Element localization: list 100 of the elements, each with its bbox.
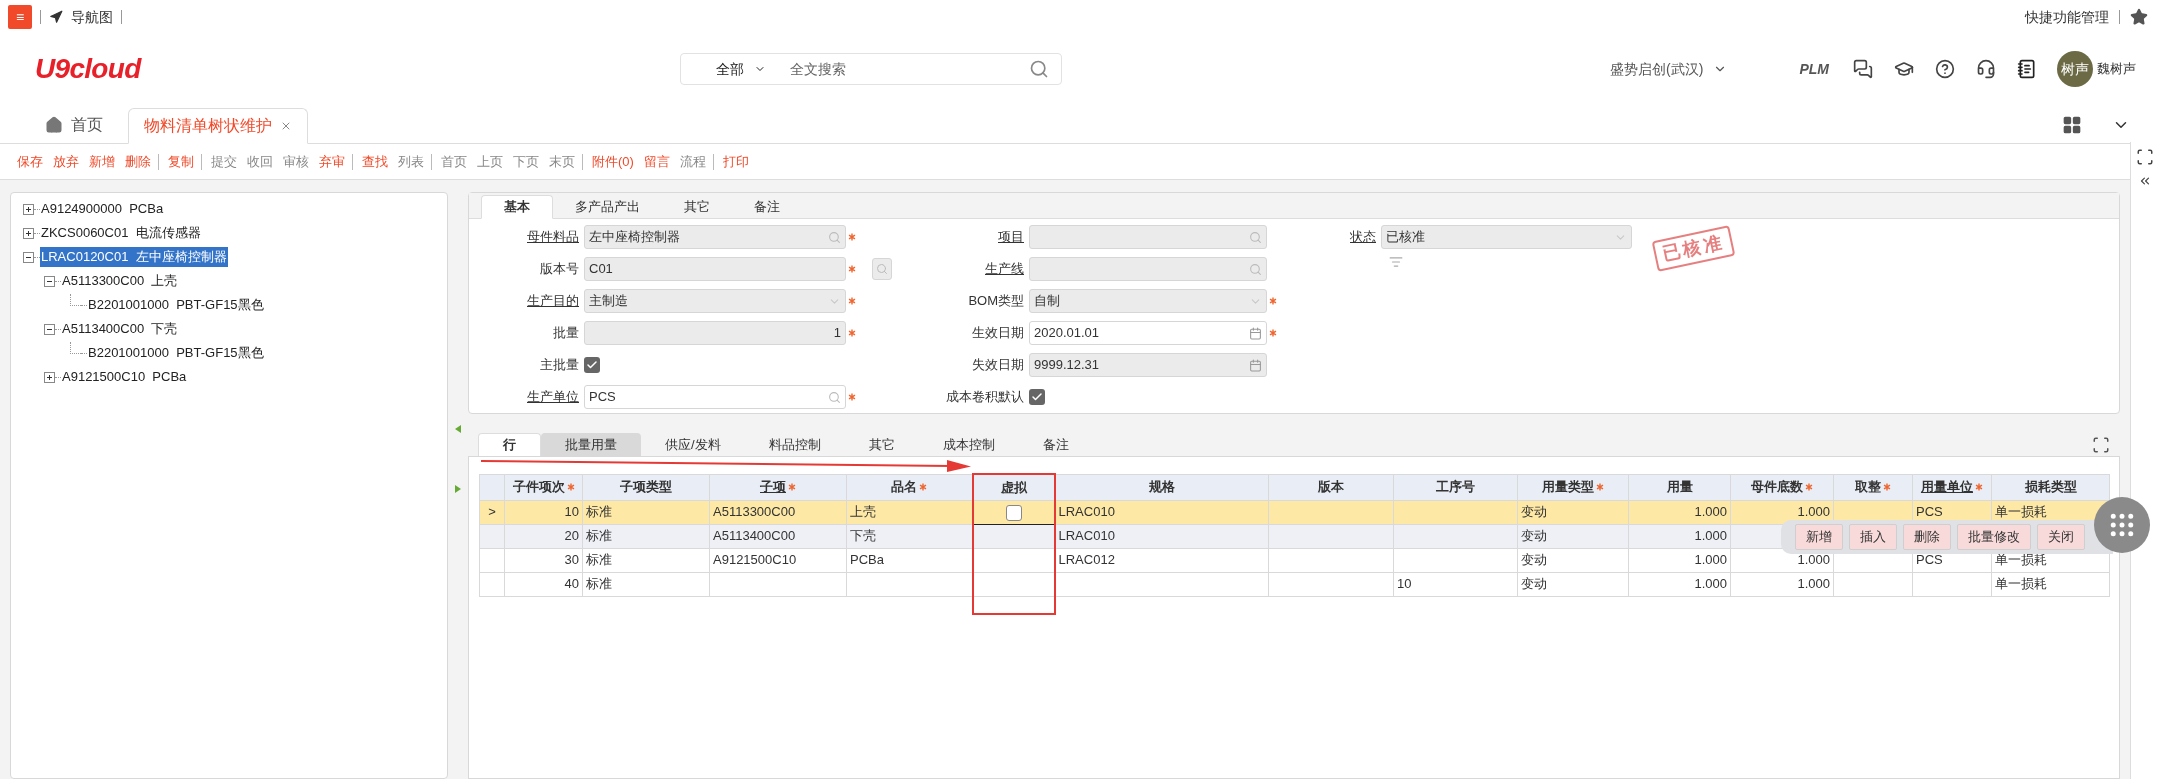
- input-field[interactable]: 已核准: [1381, 225, 1632, 249]
- input-field[interactable]: 自制: [1029, 289, 1267, 313]
- toolbar-button[interactable]: 弃审: [314, 153, 353, 170]
- toolbar-button[interactable]: 复制: [163, 153, 202, 170]
- column-header[interactable]: 母件底数: [1730, 474, 1834, 500]
- input-field[interactable]: 9999.12.31: [1029, 353, 1267, 377]
- input-field[interactable]: 1: [584, 321, 846, 345]
- input-field[interactable]: [1029, 225, 1267, 249]
- column-header[interactable]: 用量类型: [1517, 474, 1629, 500]
- toolbar-button[interactable]: 删除: [120, 153, 159, 170]
- form-tab[interactable]: 多产品产出: [553, 195, 662, 219]
- scope-dropdown[interactable]: 全部: [716, 58, 766, 80]
- field-label[interactable]: 生产单位: [469, 387, 584, 407]
- collapse-icon[interactable]: [23, 251, 34, 263]
- column-header[interactable]: 用量: [1628, 474, 1731, 500]
- grid-layout-icon[interactable]: [2062, 115, 2082, 135]
- menu-button[interactable]: ≡: [8, 5, 32, 29]
- row-action-button[interactable]: 删除: [1903, 524, 1951, 550]
- org-dropdown[interactable]: 盛势启创(武汉): [1610, 58, 1728, 80]
- graduation-cap-icon[interactable]: [1894, 59, 1914, 79]
- checkbox[interactable]: [584, 357, 600, 373]
- tree-node-label[interactable]: B2201001000 PBT-GF15黑色: [87, 295, 265, 315]
- toolbar-button[interactable]: 新增: [84, 153, 120, 170]
- column-header[interactable]: 子项: [709, 474, 847, 500]
- grid-tab[interactable]: 备注: [1018, 433, 1093, 457]
- search-icon[interactable]: [1029, 59, 1049, 79]
- row-action-button[interactable]: 关闭: [2037, 524, 2085, 550]
- grid-tab[interactable]: 料品控制: [744, 433, 845, 457]
- field-label[interactable]: 生产线: [909, 259, 1029, 279]
- field-label[interactable]: 母件料品: [469, 227, 584, 247]
- input-field[interactable]: [1029, 257, 1267, 281]
- tree-node-label[interactable]: ZKCS0060C01 电流传感器: [40, 223, 202, 243]
- grid-tab[interactable]: 批量用量: [541, 433, 641, 457]
- messages-icon[interactable]: [1853, 59, 1873, 79]
- toolbar-button[interactable]: 保存: [12, 153, 48, 170]
- toolbar-button[interactable]: 附件(0): [587, 153, 639, 170]
- star-icon[interactable]: [2130, 8, 2148, 26]
- row-action-button[interactable]: 插入: [1849, 524, 1897, 550]
- expand-icon[interactable]: [23, 227, 34, 239]
- column-header[interactable]: 品名: [846, 474, 973, 500]
- page-tab[interactable]: 物料清单树状维护: [128, 108, 308, 144]
- input-field[interactable]: PCS: [584, 385, 846, 409]
- avatar[interactable]: 树声: [2057, 51, 2093, 87]
- field-label[interactable]: 生产目的: [469, 291, 584, 311]
- headset-icon[interactable]: [1976, 59, 1996, 79]
- field-label[interactable]: 状态: [1349, 227, 1381, 247]
- field-label[interactable]: 项目: [909, 227, 1029, 247]
- nav-link[interactable]: 导航图: [71, 6, 113, 28]
- collapse-icon[interactable]: [44, 323, 55, 335]
- column-header[interactable]: 版本: [1268, 474, 1394, 500]
- grid-tab[interactable]: 行: [478, 433, 541, 457]
- quick-link[interactable]: 快捷功能管理: [2025, 6, 2109, 28]
- table-cell: 20: [504, 524, 583, 548]
- toolbar-button[interactable]: 查找: [357, 153, 393, 170]
- help-icon[interactable]: [1935, 59, 1955, 79]
- notebook-icon[interactable]: [2017, 59, 2037, 79]
- tree-node-label[interactable]: A5113400C00 下壳: [61, 319, 179, 339]
- grid-row[interactable]: 40 标准 10 变动 1.000 1.000 单一损耗: [479, 572, 2110, 596]
- toolbar-button[interactable]: 打印: [717, 153, 754, 170]
- column-header[interactable]: 取整: [1833, 474, 1913, 500]
- search-field[interactable]: 全部 全文搜索: [680, 53, 1062, 85]
- column-header[interactable]: 工序号: [1393, 474, 1518, 500]
- row-action-button[interactable]: 批量修改: [1957, 524, 2031, 550]
- expand-icon[interactable]: [23, 203, 34, 215]
- tree-node-label[interactable]: A9121500C10 PCBa: [61, 367, 188, 387]
- tree-node-label[interactable]: B2201001000 PBT-GF15黑色: [87, 343, 265, 363]
- column-header[interactable]: 规格: [1054, 474, 1269, 500]
- grid-tab[interactable]: 供应/发料: [641, 433, 745, 457]
- page-tab[interactable]: 首页: [30, 107, 118, 143]
- toolbar-button[interactable]: 放弃: [48, 153, 84, 170]
- form-tab[interactable]: 其它: [662, 195, 732, 219]
- input-field[interactable]: C01: [584, 257, 846, 281]
- column-header[interactable]: 用量单位: [1912, 474, 1992, 500]
- form-tab[interactable]: 基本: [481, 195, 553, 219]
- search-input[interactable]: 全文搜索: [790, 58, 1029, 80]
- collapse-icon[interactable]: [44, 275, 55, 287]
- user-name[interactable]: 魏树声: [2097, 59, 2136, 79]
- tree-node-label[interactable]: LRAC0120C01 左中座椅控制器: [40, 247, 228, 267]
- fullscreen-icon[interactable]: [2092, 436, 2110, 454]
- input-field[interactable]: 左中座椅控制器: [584, 225, 846, 249]
- form-tab[interactable]: 备注: [732, 195, 802, 219]
- column-header[interactable]: 子件项次: [504, 474, 583, 500]
- close-icon[interactable]: [280, 120, 292, 132]
- tree-node-label[interactable]: A5113300C00 上壳: [61, 271, 179, 291]
- toolbar-button[interactable]: 留言: [638, 153, 675, 170]
- tree-node-label[interactable]: A9124900000 PCBa: [40, 199, 165, 219]
- column-header[interactable]: 损耗类型: [1991, 474, 2110, 500]
- expand-right-icon[interactable]: [455, 485, 461, 493]
- grid-tab[interactable]: 其它: [844, 433, 919, 457]
- input-field[interactable]: 主制造: [584, 289, 846, 313]
- checkbox[interactable]: [1029, 389, 1045, 405]
- column-header[interactable]: 子项类型: [582, 474, 710, 500]
- row-action-button[interactable]: 新增: [1795, 524, 1843, 550]
- expand-icon[interactable]: [44, 371, 55, 383]
- plm-link[interactable]: PLM: [1799, 58, 1829, 80]
- collapse-left-icon[interactable]: [455, 425, 461, 433]
- input-field[interactable]: 2020.01.01: [1029, 321, 1267, 345]
- fullscreen-icon[interactable]: [2135, 148, 2154, 166]
- checkbox[interactable]: [1005, 504, 1022, 521]
- grid-tab[interactable]: 成本控制: [918, 433, 1019, 457]
